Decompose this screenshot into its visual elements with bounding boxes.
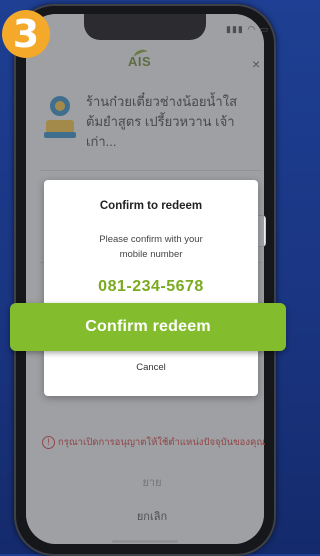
modal-message-line1: Please confirm with your <box>99 234 203 245</box>
modal-message-line2: mobile number <box>119 249 183 260</box>
step-badge: 3 <box>2 10 50 58</box>
confirm-modal: Confirm to redeem Please confirm with yo… <box>44 180 258 396</box>
confirm-redeem-button[interactable]: Confirm redeem <box>10 303 286 351</box>
home-indicator <box>112 540 178 543</box>
cancel-button[interactable]: Cancel <box>111 362 191 373</box>
modal-title: Confirm to redeem <box>99 200 203 212</box>
mobile-number: 081-234-5678 <box>98 278 204 295</box>
